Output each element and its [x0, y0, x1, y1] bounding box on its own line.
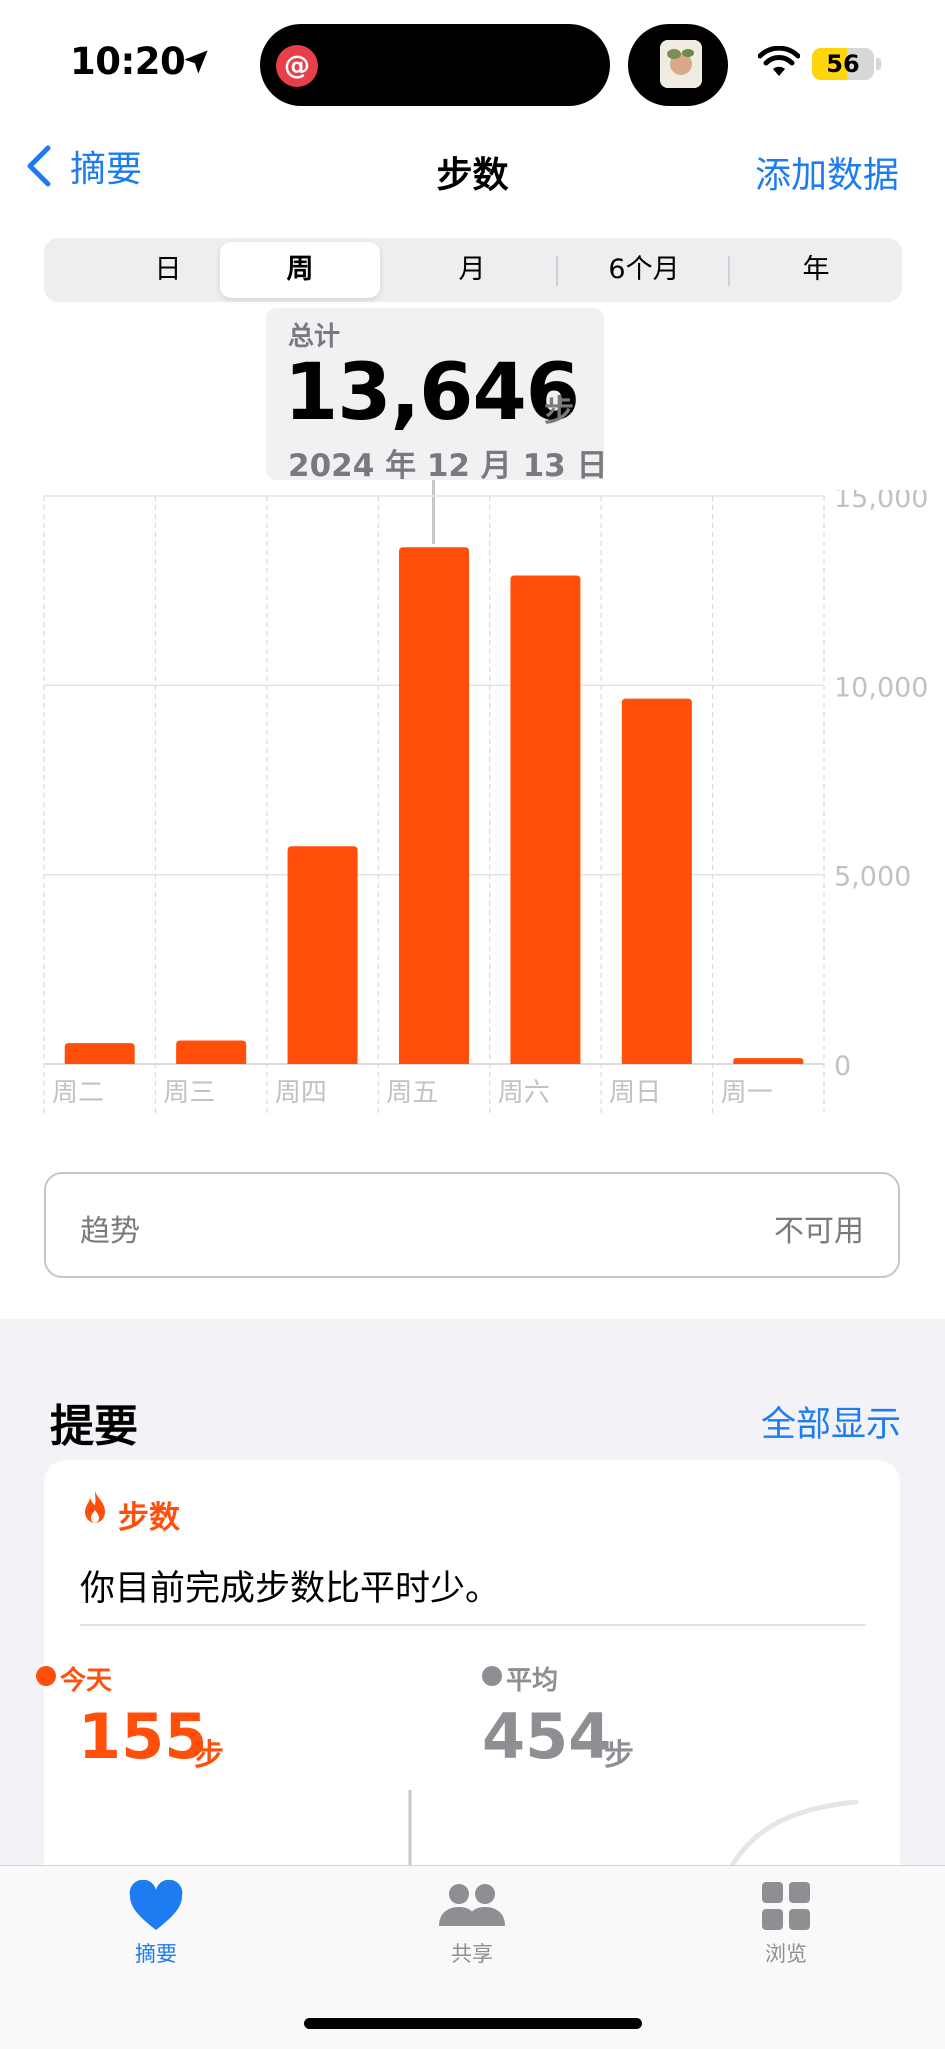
segment-month[interactable]: 月: [392, 242, 552, 298]
callout-unit: 步: [544, 394, 574, 429]
segment-week[interactable]: 周: [220, 242, 380, 298]
x-tick-label: 周日: [609, 1078, 661, 1108]
average-unit: 步: [604, 1738, 634, 1773]
average-label: 平均: [506, 1666, 559, 1696]
wifi-icon: [758, 46, 800, 76]
album-art-icon: [660, 40, 702, 88]
card-divider: [80, 1624, 866, 1626]
tab-sharing[interactable]: 共享: [382, 1880, 562, 1968]
grid-icon: [762, 1882, 810, 1930]
card-category: 步数: [118, 1500, 180, 1536]
x-tick-label: 周三: [163, 1078, 215, 1108]
segment-divider: [556, 256, 558, 286]
flame-icon: [85, 1491, 105, 1523]
segment-year[interactable]: 年: [736, 242, 896, 298]
bar-周二: [64, 1043, 135, 1064]
bar-周日: [621, 698, 692, 1064]
people-icon: [439, 1884, 505, 1926]
x-tick-label: 周二: [52, 1078, 104, 1108]
back-button[interactable]: 摘要: [24, 138, 142, 194]
location-arrow-icon: [184, 50, 208, 74]
tab-summary-label: 摘要: [135, 1942, 177, 1966]
highlight-card[interactable]: 步数 你目前完成步数比平时少。: [44, 1460, 900, 1880]
callout-value: 13,646: [284, 348, 580, 438]
average-value: 454: [482, 1700, 612, 1773]
time-range-segmented-control: 日 周 月 6个月 年: [44, 238, 902, 302]
y-tick-label: 10,000: [834, 672, 928, 703]
card-message: 你目前完成步数比平时少。: [80, 1569, 501, 1609]
segment-6-months[interactable]: 6个月: [564, 242, 724, 298]
x-tick-label: 周六: [498, 1078, 550, 1108]
y-tick-label: 0: [834, 1051, 851, 1082]
show-all-button[interactable]: 全部显示: [761, 1396, 901, 1447]
today-unit: 步: [194, 1738, 224, 1773]
trend-row[interactable]: 趋势 不可用: [44, 1172, 900, 1278]
bar-周三: [176, 1040, 247, 1064]
bar-周五: [399, 547, 469, 1064]
bar-周四: [287, 846, 358, 1064]
bar-周一: [733, 1058, 804, 1064]
y-tick-label: 15,000: [834, 490, 928, 514]
bar-周六: [510, 575, 581, 1064]
chevron-left-icon: [27, 145, 51, 187]
today-label: 今天: [60, 1666, 113, 1696]
status-time: 10:20: [70, 40, 186, 83]
x-tick-label: 周一: [721, 1078, 773, 1108]
heart-icon: [129, 1880, 183, 1930]
segment-divider: [728, 256, 730, 286]
trend-value: 不可用: [774, 1214, 864, 1249]
back-label: 摘要: [70, 149, 143, 190]
callout-date: 2024 年 12 月 13 日: [288, 448, 608, 484]
trend-label: 趋势: [80, 1214, 140, 1249]
tab-summary[interactable]: 摘要: [66, 1880, 246, 1968]
battery-tip: [876, 58, 881, 70]
battery-icon: 56: [812, 48, 874, 80]
netease-music-icon[interactable]: @: [276, 45, 318, 87]
tab-browse-label: 浏览: [765, 1942, 807, 1966]
today-value: 155: [78, 1700, 208, 1773]
add-data-button[interactable]: 添加数据: [755, 146, 899, 198]
battery-percent: 56: [826, 50, 860, 78]
home-indicator: [304, 2018, 642, 2029]
x-tick-label: 周四: [275, 1078, 327, 1108]
y-tick-label: 5,000: [834, 862, 911, 893]
average-legend-dot: [482, 1666, 502, 1686]
x-tick-label: 周五: [386, 1078, 438, 1108]
tab-sharing-label: 共享: [451, 1942, 493, 1966]
tab-browse[interactable]: 浏览: [696, 1880, 876, 1968]
steps-bar-chart[interactable]: 0 5,000 10,000 15,000 周二 周三 周四 周五 周六 周日 周一: [40, 490, 945, 1120]
today-legend-dot: [36, 1666, 56, 1686]
highlights-title: 提要: [50, 1401, 138, 1452]
